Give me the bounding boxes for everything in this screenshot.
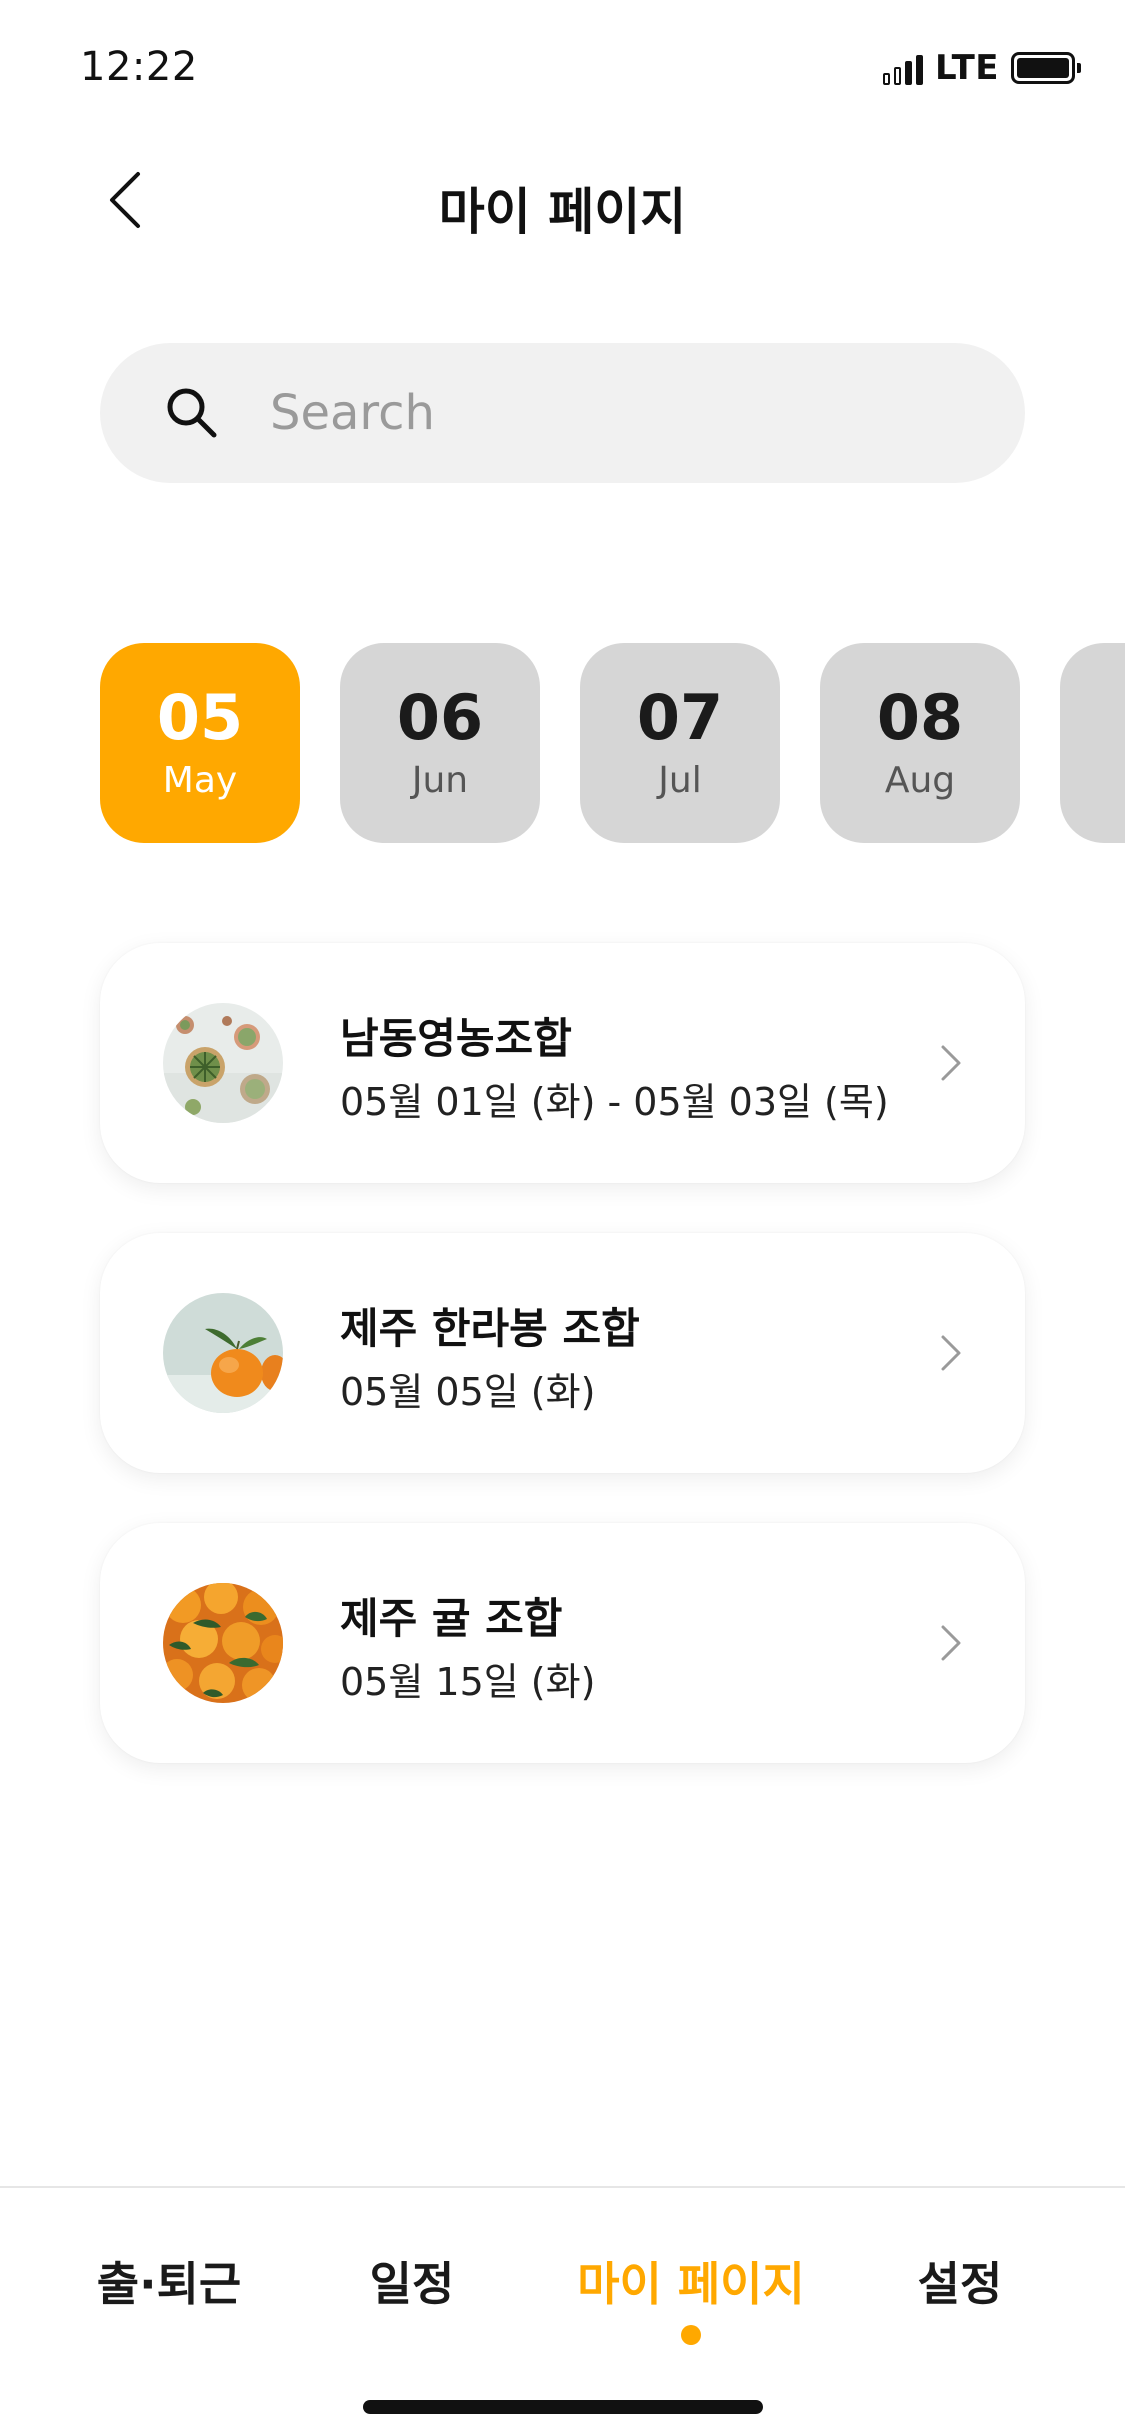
month-selector: 05 May 06 Jun 07 Jul 08 Aug [100, 643, 1125, 843]
month-name: May [162, 760, 238, 801]
search-bar[interactable] [100, 343, 1025, 483]
status-indicators: LTE [883, 48, 1081, 88]
card-date: 05월 05일 (화) [340, 1370, 596, 1414]
month-name: Jun [411, 760, 469, 801]
chevron-right-icon [941, 1625, 961, 1661]
card-title: 제주 한라봉 조합 [340, 1304, 640, 1353]
card-date: 05월 15일 (화) [340, 1660, 596, 1704]
active-tab-indicator [681, 2325, 701, 2345]
card-title: 제주 귤 조합 [340, 1594, 563, 1643]
schedule-card[interactable]: 제주 귤 조합 05월 15일 (화) [100, 1523, 1025, 1763]
page-title: 마이 페이지 [438, 183, 687, 241]
tab-commute[interactable]: 출·퇴근 [97, 2248, 241, 2314]
month-number: 08 [876, 681, 964, 754]
tab-my-page[interactable]: 마이 페이지 [577, 2248, 805, 2314]
header: 마이 페이지 [0, 150, 1125, 250]
month-chip-jul[interactable]: 07 Jul [580, 643, 780, 843]
chevron-right-icon [941, 1045, 961, 1081]
network-type: LTE [935, 48, 999, 88]
signal-strength-icon [883, 51, 924, 85]
chevron-right-icon [941, 1335, 961, 1371]
home-indicator [363, 2400, 763, 2414]
month-number: 06 [396, 681, 484, 754]
schedule-card[interactable]: 제주 한라봉 조합 05월 05일 (화) [100, 1233, 1025, 1473]
card-title: 남동영농조합 [340, 1014, 572, 1063]
month-chip-aug[interactable]: 08 Aug [820, 643, 1020, 843]
month-number: 05 [156, 681, 244, 754]
month-chip-next[interactable] [1060, 643, 1125, 843]
schedule-card[interactable]: 남동영농조합 05월 01일 (화) - 05월 03일 (목) [100, 943, 1025, 1183]
battery-icon [1011, 52, 1081, 84]
hallabong-photo [163, 1293, 283, 1413]
status-time: 12:22 [80, 44, 198, 90]
tab-schedule[interactable]: 일정 [370, 2248, 455, 2314]
month-chip-jun[interactable]: 06 Jun [340, 643, 540, 843]
plants-photo [163, 1003, 283, 1123]
month-name: Jul [658, 760, 702, 801]
status-bar: 12:22 LTE [0, 0, 1125, 140]
month-number: 07 [636, 681, 724, 754]
month-name: Aug [884, 760, 956, 801]
tab-settings[interactable]: 설정 [918, 2248, 1003, 2314]
search-icon [167, 388, 217, 438]
search-input[interactable] [270, 377, 970, 449]
tangerines-photo [163, 1583, 283, 1703]
card-date: 05월 01일 (화) - 05월 03일 (목) [340, 1080, 889, 1124]
month-chip-may[interactable]: 05 May [100, 643, 300, 843]
tab-bar: 출·퇴근 일정 마이 페이지 설정 [0, 2186, 1125, 2436]
